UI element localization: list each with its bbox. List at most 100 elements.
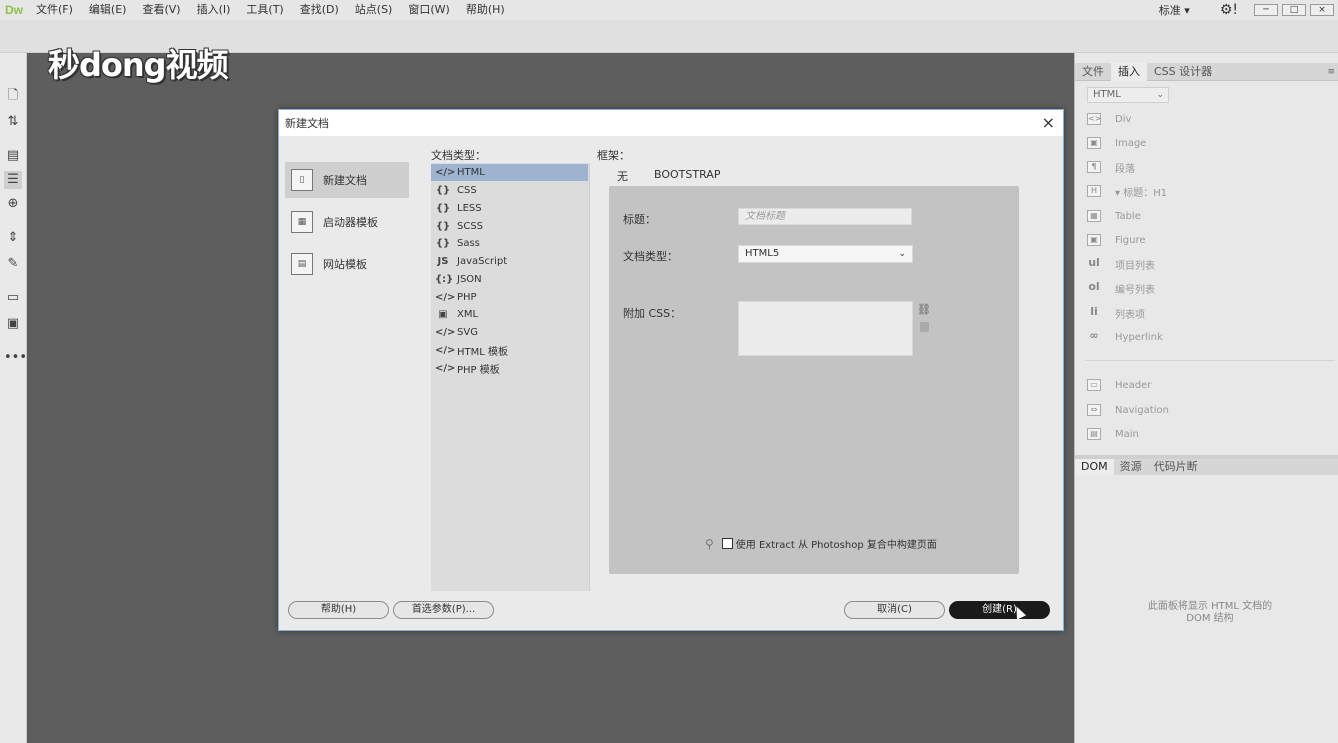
watermark-logo: 秒dong视频 bbox=[48, 46, 229, 84]
target-icon[interactable]: ⊕ bbox=[4, 195, 22, 213]
insert-item-ol[interactable]: ol 编号列表 bbox=[1087, 278, 1155, 298]
insert-item-ul[interactable]: ul 项目列表 bbox=[1087, 254, 1155, 274]
menu-file[interactable]: 文件(F) bbox=[28, 0, 81, 20]
figure-icon: ▣ bbox=[1087, 234, 1101, 246]
attach-css-list[interactable] bbox=[738, 301, 913, 356]
tab-css-designer[interactable]: CSS 设计器 bbox=[1147, 63, 1219, 81]
insert-item-div[interactable]: <> Div bbox=[1087, 109, 1131, 129]
doctype-javascript[interactable]: JS JavaScript bbox=[431, 253, 588, 270]
gear-icon[interactable]: ⚙! bbox=[1220, 2, 1238, 18]
insert-item-header[interactable]: ▭ Header bbox=[1087, 375, 1151, 395]
insert-item-label: Navigation bbox=[1115, 404, 1169, 416]
trash-icon[interactable] bbox=[920, 322, 929, 332]
json-icon: {:} bbox=[435, 274, 454, 285]
extract-checkbox[interactable] bbox=[721, 538, 733, 549]
tab-files[interactable]: 文件 bbox=[1075, 63, 1111, 81]
comment-icon[interactable]: ▭ bbox=[4, 289, 22, 307]
doctype-html-template[interactable]: </> HTML 模板 bbox=[431, 342, 588, 359]
framework-tab-bootstrap[interactable]: BOOTSTRAP bbox=[654, 168, 720, 181]
doctype-label: PHP 模板 bbox=[457, 365, 500, 376]
insert-item-figure[interactable]: ▣ Figure bbox=[1087, 230, 1146, 250]
insert-item-hyperlink[interactable]: ∞ Hyperlink bbox=[1087, 327, 1162, 347]
ordered-list-icon: ol bbox=[1088, 280, 1100, 293]
expand-icon[interactable]: ⇕ bbox=[4, 229, 22, 247]
tab-snippets[interactable]: 代码片断 bbox=[1148, 459, 1204, 475]
category-new-document[interactable]: ▯ 新建文档 bbox=[285, 162, 409, 198]
doctype-label: Sass bbox=[457, 238, 480, 249]
new-document-dialog: 新建文档 × ▯ 新建文档 ▦ 启动器模板 ▤ 网站模板 文档类型： </> HT… bbox=[278, 109, 1064, 631]
heading-icon: H bbox=[1087, 185, 1101, 197]
chevron-down-icon: ⌄ bbox=[1156, 90, 1164, 100]
doctype-label: JavaScript bbox=[457, 256, 508, 267]
dialog-titlebar: 新建文档 × bbox=[279, 110, 1063, 136]
insert-item-li[interactable]: li 列表项 bbox=[1087, 303, 1145, 323]
doctype-php[interactable]: </> PHP bbox=[431, 289, 588, 306]
doctype-select[interactable]: HTML5 ⌄ bbox=[738, 245, 913, 263]
framework-tab-none[interactable]: 无 bbox=[617, 168, 628, 188]
panel-tabs: 文件 插入 CSS 设计器 ≡ bbox=[1075, 63, 1338, 81]
category-starter-templates[interactable]: ▦ 启动器模板 bbox=[285, 204, 409, 240]
title-field[interactable]: 文档标题 bbox=[738, 208, 912, 225]
code-icon: </> bbox=[435, 363, 456, 374]
tab-insert[interactable]: 插入 bbox=[1111, 63, 1147, 81]
maximize-icon[interactable]: □ bbox=[1282, 4, 1306, 16]
doctype-less[interactable]: {} LESS bbox=[431, 200, 588, 217]
workspace-switcher[interactable]: 标准 ▾ bbox=[1159, 2, 1190, 18]
image-icon: ▣ bbox=[1087, 137, 1101, 149]
doctype-json[interactable]: {:} JSON bbox=[431, 271, 588, 288]
tab-assets[interactable]: 资源 bbox=[1114, 459, 1148, 475]
list-icon[interactable]: ☰ bbox=[4, 171, 22, 189]
menu-view[interactable]: 查看(V) bbox=[134, 0, 188, 20]
link-icon: ∞ bbox=[1089, 329, 1099, 342]
doctype-xml[interactable]: ▣ XML bbox=[431, 306, 588, 323]
preferences-button[interactable]: 首选参数(P)... bbox=[393, 601, 494, 619]
comment-check-icon[interactable]: ▣ bbox=[4, 315, 22, 333]
menu-find[interactable]: 查找(D) bbox=[292, 0, 347, 20]
insert-item-navigation[interactable]: ⇔ Navigation bbox=[1087, 400, 1169, 420]
title-label: 标题： bbox=[623, 213, 656, 226]
doctype-html[interactable]: </> HTML bbox=[431, 164, 588, 181]
extract-option[interactable]: ⚲ 使用 Extract 从 Photoshop 复合中构建页面 bbox=[705, 536, 937, 552]
right-panel: 文件 插入 CSS 设计器 ≡ HTML ⌄ <> Div ▣ Image ¶ 段落 … bbox=[1074, 53, 1338, 743]
photoshop-extract-icon: ⚲ bbox=[705, 536, 714, 551]
doctype-scss[interactable]: {} SCSS bbox=[431, 218, 588, 235]
sort-icon[interactable]: ⇅ bbox=[4, 113, 22, 131]
document-icon: ▯ bbox=[291, 169, 313, 191]
file-icon[interactable]: 🗋 bbox=[4, 87, 22, 105]
framework-heading: 框架： bbox=[597, 149, 630, 162]
help-button[interactable]: 帮助(H) bbox=[288, 601, 389, 619]
insert-item-heading[interactable]: H ▾ 标题：H1 bbox=[1087, 181, 1167, 201]
doctype-css[interactable]: {} CSS bbox=[431, 182, 588, 199]
create-button[interactable]: 创建(R) bbox=[949, 601, 1050, 619]
menu-window[interactable]: 窗口(W) bbox=[400, 0, 457, 20]
menu-insert[interactable]: 插入(I) bbox=[189, 0, 239, 20]
insert-category-value: HTML bbox=[1093, 89, 1121, 100]
doctype-svg[interactable]: </> SVG bbox=[431, 324, 588, 341]
insert-category-select[interactable]: HTML ⌄ bbox=[1087, 87, 1169, 103]
minimize-icon[interactable]: ─ bbox=[1254, 4, 1278, 16]
panel-menu-icon[interactable]: ≡ bbox=[1327, 67, 1335, 77]
inspect-icon[interactable]: ▤ bbox=[4, 147, 22, 165]
link-icon[interactable]: ⛓ bbox=[917, 303, 931, 316]
category-site-templates[interactable]: ▤ 网站模板 bbox=[285, 246, 409, 282]
list-item-icon: li bbox=[1090, 305, 1098, 318]
insert-item-table[interactable]: ▦ Table bbox=[1087, 206, 1141, 226]
brush-icon[interactable]: ✎ bbox=[4, 255, 22, 273]
insert-item-main[interactable]: ▤ Main bbox=[1087, 424, 1139, 444]
menu-edit[interactable]: 编辑(E) bbox=[81, 0, 135, 20]
braces-icon: {} bbox=[435, 221, 451, 232]
close-window-icon[interactable]: × bbox=[1310, 4, 1334, 16]
insert-item-paragraph[interactable]: ¶ 段落 bbox=[1087, 157, 1135, 177]
menu-tools[interactable]: 工具(T) bbox=[238, 0, 291, 20]
menu-help[interactable]: 帮助(H) bbox=[458, 0, 513, 20]
category-label: 启动器模板 bbox=[323, 216, 378, 229]
doctype-php-template[interactable]: </> PHP 模板 bbox=[431, 360, 588, 377]
doctype-sass[interactable]: {} Sass bbox=[431, 235, 588, 252]
more-icon[interactable]: ••• bbox=[4, 349, 27, 367]
insert-item-image[interactable]: ▣ Image bbox=[1087, 133, 1146, 153]
menu-site[interactable]: 站点(S) bbox=[347, 0, 401, 20]
cancel-button[interactable]: 取消(C) bbox=[844, 601, 945, 619]
tab-dom[interactable]: DOM bbox=[1075, 459, 1114, 475]
close-icon[interactable]: × bbox=[1042, 113, 1055, 133]
insert-item-label: 项目列表 bbox=[1115, 260, 1155, 272]
